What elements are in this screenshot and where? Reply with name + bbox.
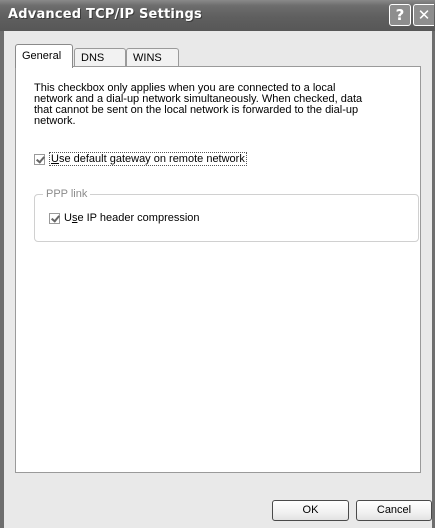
ok-button[interactable]: OK — [272, 500, 349, 521]
default-gateway-accelerator: U — [51, 153, 59, 165]
window-title: Advanced TCP/IP Settings — [8, 7, 202, 22]
close-icon: ✕ — [417, 6, 431, 24]
description-line: that cannot be sent on the local network… — [34, 104, 359, 116]
advanced-tcpip-settings-dialog: Advanced TCP/IP Settings ? ✕ General DNS… — [0, 0, 435, 528]
general-tab-panel: This checkbox only applies when you are … — [15, 66, 421, 473]
help-button[interactable]: ? — [389, 4, 411, 26]
default-gateway-option[interactable]: Use default gateway on remote network — [34, 152, 247, 166]
tab-wins-label: WINS — [133, 52, 162, 64]
tab-dns[interactable]: DNS — [74, 48, 126, 67]
tab-dns-label: DNS — [81, 52, 105, 64]
title-bar[interactable]: Advanced TCP/IP Settings ? ✕ — [0, 0, 435, 31]
default-gateway-label-text: se default gateway on remote network — [58, 153, 245, 165]
ip-header-compression-checkbox[interactable] — [49, 212, 60, 224]
cancel-button[interactable]: Cancel — [356, 500, 432, 521]
window-frame-left — [0, 31, 4, 528]
tab-general[interactable]: General — [15, 44, 73, 68]
ip-header-compression-option[interactable]: Use IP header compression — [49, 212, 200, 224]
ip-header-compression-label[interactable]: Use IP header compression — [64, 212, 200, 224]
description-line: network. — [34, 115, 76, 127]
default-gateway-label[interactable]: Use default gateway on remote network — [49, 152, 247, 166]
default-gateway-checkbox[interactable] — [34, 153, 45, 165]
gateway-description: This checkbox only applies when you are … — [34, 83, 414, 127]
help-icon: ? — [395, 6, 405, 24]
ip-header-compression-label-text: e IP header compression — [77, 212, 200, 224]
tab-general-label: General — [22, 50, 62, 62]
tab-wins[interactable]: WINS — [126, 48, 179, 67]
close-button[interactable]: ✕ — [413, 4, 434, 26]
ppp-link-legend: PPP link — [43, 188, 91, 200]
ppp-link-group: PPP link Use IP header compression — [34, 188, 419, 242]
ip-header-compression-label-prefix: U — [64, 212, 72, 224]
